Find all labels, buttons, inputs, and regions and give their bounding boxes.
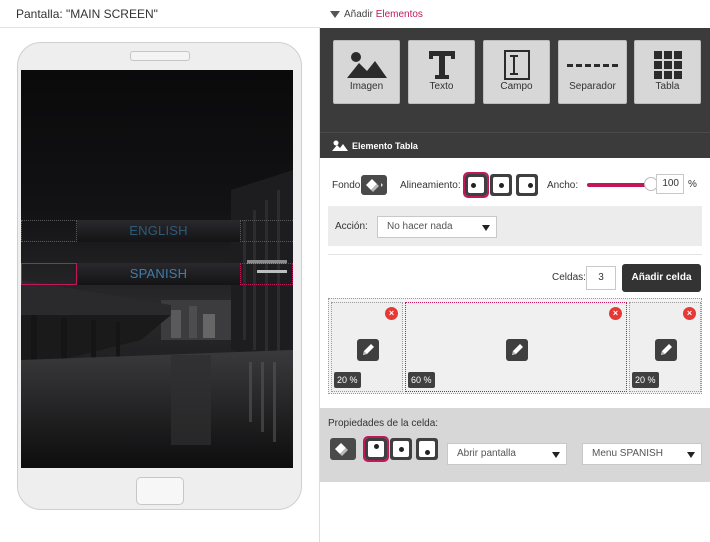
edit-cell-button[interactable] [506, 339, 528, 361]
menu-cell-right[interactable] [240, 263, 293, 285]
panel-footer [320, 482, 710, 542]
image-icon [346, 52, 387, 78]
text-icon [428, 51, 455, 79]
paint-bucket-icon [335, 443, 348, 456]
pencil-icon [512, 344, 523, 355]
table-preview: × 20 % × 60 % × 20 % [328, 298, 702, 394]
align-center-button[interactable] [490, 174, 512, 196]
align-right-button[interactable] [516, 174, 538, 196]
align-dot-icon [399, 447, 404, 452]
remove-cell-icon[interactable]: × [385, 307, 398, 320]
cell-width-badge: 60 % [408, 372, 435, 388]
cell-align-top-button[interactable] [363, 436, 389, 462]
paint-bucket-icon [366, 179, 383, 192]
width-input[interactable]: 100 [656, 174, 684, 194]
pencil-icon [661, 344, 672, 355]
element-section-title: Elemento Tabla [320, 132, 710, 158]
align-dot-icon [374, 444, 379, 449]
caret-down-icon [482, 225, 490, 231]
menu-cell-right[interactable] [240, 220, 293, 242]
cell-background-button[interactable] [330, 438, 356, 460]
menu-row-english: ENGLISH [21, 220, 293, 242]
fondo-label: Fondo: [332, 180, 364, 191]
tool-label: Separador [569, 81, 616, 92]
image-icon [332, 140, 348, 151]
tool-label: Campo [500, 81, 533, 92]
triangle-down-icon [330, 11, 340, 18]
tool-label: Imagen [349, 81, 384, 92]
accion-label: Acción: [335, 221, 368, 232]
table-cell[interactable]: × 20 % [629, 302, 701, 392]
tool-campo[interactable]: Campo [483, 40, 550, 104]
align-dot-icon [528, 183, 533, 188]
cell-properties: Propiedades de la celda: Abrir pantalla … [320, 408, 710, 482]
cells-count-input[interactable]: 3 [586, 266, 616, 290]
remove-cell-icon[interactable]: × [609, 307, 622, 320]
add-cell-button[interactable]: Añadir celda [622, 264, 701, 292]
pencil-icon [363, 344, 374, 355]
action-select[interactable]: No hacer nada [377, 216, 497, 238]
menu-english-button[interactable]: ENGLISH [77, 220, 240, 242]
edit-cell-button[interactable] [655, 339, 677, 361]
element-section-label: Elemento Tabla [352, 141, 418, 151]
width-slider-track[interactable] [587, 183, 651, 187]
menu-cell-left[interactable] [21, 263, 77, 285]
width-unit: % [688, 179, 697, 190]
align-dot-icon [471, 183, 476, 188]
tool-label: Texto [429, 81, 454, 92]
table-icon [653, 51, 682, 79]
align-dot-icon [425, 450, 430, 455]
cell-width-badge: 20 % [632, 372, 659, 388]
add-elements-accent: Elementos [375, 9, 423, 20]
cell-target-value: Menu SPANISH [592, 448, 663, 459]
cell-target-select[interactable]: Menu SPANISH [582, 443, 702, 465]
caret-down-icon [687, 452, 695, 458]
action-select-value: No hacer nada [387, 221, 453, 232]
cell-action-value: Abrir pantalla [457, 448, 516, 459]
add-elements-prefix: Añadir [344, 9, 373, 20]
action-band: Acción: No hacer nada [328, 206, 702, 246]
add-elements-header: Añadir Elementos [320, 0, 710, 28]
tool-label: Tabla [655, 81, 680, 92]
background-fill-button[interactable] [361, 175, 387, 195]
edit-cell-button[interactable] [357, 339, 379, 361]
field-icon [503, 50, 530, 80]
menu-spanish-button[interactable]: SPANISH [77, 263, 240, 285]
remove-cell-icon[interactable]: × [683, 307, 696, 320]
tool-texto[interactable]: Texto [408, 40, 475, 104]
cell-align-bottom-button[interactable] [416, 438, 438, 460]
table-cell[interactable]: × 20 % [331, 302, 403, 392]
celdas-label: Celdas: [552, 272, 586, 283]
tool-tabla[interactable]: Tabla [634, 40, 701, 104]
element-properties: Fondo: Alineamiento: Ancho: 100 % Acción… [320, 158, 710, 408]
tool-imagen[interactable]: Imagen [333, 40, 400, 104]
alineamiento-label: Alineamiento: [400, 180, 461, 191]
divider [328, 254, 702, 255]
phone-speaker [130, 51, 190, 61]
separator-icon [566, 64, 618, 67]
elements-toolbar: Imagen Texto Campo Separador Tabla [320, 28, 710, 132]
add-elements-toggle[interactable]: Añadir Elementos [330, 9, 423, 20]
cell-action-select[interactable]: Abrir pantalla [447, 443, 567, 465]
cell-properties-title: Propiedades de la celda: [328, 418, 439, 429]
screen-title: Pantalla: "MAIN SCREEN" [16, 7, 158, 21]
phone-preview: ENGLISH SPANISH [17, 42, 302, 510]
phone-home-button [136, 477, 184, 505]
table-cell-selected[interactable]: × 60 % [405, 302, 627, 392]
tool-separador[interactable]: Separador [558, 40, 627, 104]
menu-cell-left[interactable] [21, 220, 77, 242]
menu-row-spanish: SPANISH [21, 263, 293, 285]
screen-header: Pantalla: "MAIN SCREEN" [0, 0, 320, 28]
phone-screen: ENGLISH SPANISH [21, 70, 293, 468]
cell-width-badge: 20 % [334, 372, 361, 388]
cell-align-middle-button[interactable] [390, 438, 412, 460]
caret-down-icon [552, 452, 560, 458]
align-left-button[interactable] [463, 172, 489, 198]
ancho-label: Ancho: [547, 180, 579, 191]
align-dot-icon [499, 183, 504, 188]
